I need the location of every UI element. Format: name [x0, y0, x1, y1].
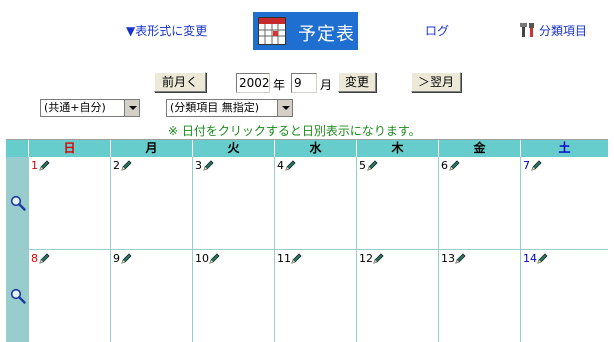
pencil-icon[interactable]	[39, 252, 51, 264]
month-unit-label: 月	[320, 78, 333, 92]
calendar-day-cell[interactable]: 13	[438, 250, 520, 342]
pencil-icon[interactable]	[291, 252, 303, 264]
chevron-down-icon[interactable]	[124, 100, 139, 116]
weekday-header-4: 木	[356, 140, 438, 157]
day-number-link[interactable]: 4	[277, 159, 284, 172]
toggle-table-view-link[interactable]: ▼表形式に変更	[126, 22, 207, 39]
day-number-link[interactable]: 14	[523, 252, 537, 265]
year-unit-label: 年	[273, 78, 286, 92]
calendar-day-cell[interactable]: 12	[356, 250, 438, 342]
calendar-day-cell[interactable]: 7	[520, 157, 608, 250]
calendar-icon	[258, 17, 286, 45]
weekday-header-row: 日月火水木金土	[6, 140, 608, 157]
weekday-header-5: 金	[438, 140, 520, 157]
prev-month-button[interactable]: 前月く	[154, 72, 206, 92]
weekday-header-0: 日	[28, 140, 110, 157]
pencil-icon[interactable]	[121, 159, 133, 171]
category-filter-value: (分類項目 無指定)	[170, 101, 260, 114]
pencil-icon[interactable]	[209, 252, 221, 264]
tools-icon	[520, 23, 534, 37]
day-number-link[interactable]: 11	[277, 252, 291, 265]
pencil-icon[interactable]	[455, 252, 467, 264]
calendar-day-cell[interactable]: 8	[28, 250, 110, 342]
calendar-day-cell[interactable]: 5	[356, 157, 438, 250]
calendar-day-cell[interactable]: 4	[274, 157, 356, 250]
log-link[interactable]: ログ	[425, 22, 449, 39]
weekday-header-6: 土	[520, 140, 608, 157]
category-link[interactable]: 分類項目	[520, 22, 587, 39]
next-month-button[interactable]: ＞翌月	[411, 72, 461, 92]
page-title: 予定表	[298, 24, 355, 45]
day-number-link[interactable]: 12	[359, 252, 373, 265]
pencil-icon[interactable]	[531, 159, 543, 171]
calendar-day-cell[interactable]: 9	[110, 250, 192, 342]
pencil-icon[interactable]	[121, 252, 133, 264]
calendar-day-cell[interactable]: 3	[192, 157, 274, 250]
day-number-link[interactable]: 3	[195, 159, 202, 172]
category-link-label: 分類項目	[539, 24, 588, 38]
pencil-icon[interactable]	[203, 159, 215, 171]
pencil-icon[interactable]	[367, 159, 379, 171]
day-number-link[interactable]: 7	[523, 159, 530, 172]
day-number-link[interactable]: 6	[441, 159, 448, 172]
schedule-title-banner: 予定表	[253, 12, 358, 50]
pencil-icon[interactable]	[373, 252, 385, 264]
calendar-day-cell[interactable]: 11	[274, 250, 356, 342]
year-input[interactable]: 2002	[236, 73, 270, 93]
magnifier-icon[interactable]	[10, 195, 26, 211]
owner-filter-select[interactable]: (共通+自分)	[40, 99, 140, 117]
pencil-icon[interactable]	[537, 252, 549, 264]
pencil-icon[interactable]	[449, 159, 461, 171]
week-side-column	[6, 157, 28, 342]
month-calendar: 日月火水木金土 1 2 3 4 5 6 7 8 9 10 11 12 13 14	[6, 139, 608, 342]
day-number-link[interactable]: 2	[113, 159, 120, 172]
pencil-icon[interactable]	[285, 159, 297, 171]
day-number-link[interactable]: 5	[359, 159, 366, 172]
calendar-day-cell[interactable]: 2	[110, 157, 192, 250]
weekday-header-2: 火	[192, 140, 274, 157]
pencil-icon[interactable]	[39, 159, 51, 171]
calendar-day-cell[interactable]: 1	[28, 157, 110, 250]
day-number-link[interactable]: 8	[31, 252, 38, 265]
weekday-header-3: 水	[274, 140, 356, 157]
calendar-day-cell[interactable]: 14	[520, 250, 608, 342]
change-button[interactable]: 変更	[338, 72, 376, 92]
day-number-link[interactable]: 9	[113, 252, 120, 265]
magnifier-icon[interactable]	[10, 288, 26, 304]
day-number-link[interactable]: 13	[441, 252, 455, 265]
owner-filter-value: (共通+自分)	[44, 101, 106, 114]
category-filter-select[interactable]: (分類項目 無指定)	[166, 99, 293, 117]
usage-notice: ※ 日付をクリックすると日別表示になります。	[168, 124, 421, 138]
weekday-header-1: 月	[110, 140, 192, 157]
calendar-day-cell[interactable]: 6	[438, 157, 520, 250]
chevron-down-icon[interactable]	[277, 100, 292, 116]
day-number-link[interactable]: 10	[195, 252, 209, 265]
month-input[interactable]: 9	[291, 73, 317, 93]
day-number-link[interactable]: 1	[31, 159, 38, 172]
calendar-day-cell[interactable]: 10	[192, 250, 274, 342]
